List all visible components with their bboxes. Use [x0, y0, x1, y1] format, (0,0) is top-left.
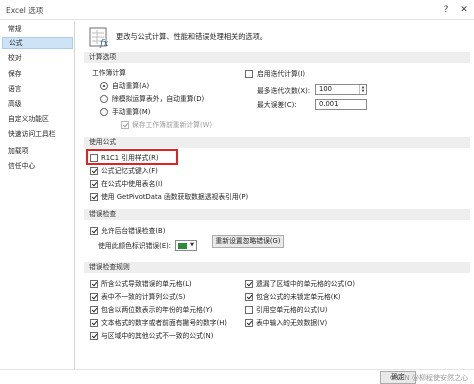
- max-iterations-label: 最多迭代次数(X):: [257, 87, 311, 95]
- checkbox-rule-omitted-cells[interactable]: [245, 280, 253, 288]
- sidebar: 常规 公式 校对 保存 语言 高级 自定义功能区 快速访问工具栏 加载项 信任中…: [0, 21, 75, 369]
- checkbox-background-error-check[interactable]: [90, 227, 98, 235]
- max-change-label: 最大误差(C):: [257, 101, 297, 109]
- table-names-label: 在公式中使用表名(I): [101, 180, 163, 188]
- dialog-footer: 确定 CSDN @柳程使安然之心: [0, 369, 474, 384]
- rule-two-digit-year-label: 包含以两位数表示的年份的单元格(Y): [101, 306, 213, 314]
- sidebar-item-proofing[interactable]: 校对: [2, 52, 73, 64]
- checkbox-table-names[interactable]: [90, 180, 98, 188]
- rule-inconsistent-formula-label: 与区域中的其他公式不一致的公式(N): [101, 332, 214, 340]
- checkbox-iterative[interactable]: [245, 70, 253, 78]
- paint-bucket-icon: [178, 243, 187, 249]
- rule-inconsistent-column-label: 表中不一致的计算列公式(S): [101, 293, 186, 301]
- sidebar-item-language[interactable]: 语言: [2, 83, 73, 95]
- rule-unlocked-cells-label: 包含公式的未锁定单元格(K): [256, 293, 341, 301]
- sidebar-item-quick-access[interactable]: 快速访问工具栏: [2, 128, 73, 140]
- rule-omitted-cells-label: 遗漏了区域中的单元格的公式(O): [256, 280, 356, 288]
- workbook-calc-label: 工作簿计算: [92, 69, 126, 77]
- radio-auto-label: 自动重算(A): [112, 82, 150, 90]
- iterative-label: 启用迭代计算(I): [257, 70, 306, 78]
- sidebar-item-general[interactable]: 常规: [2, 23, 73, 35]
- chevron-down-icon: ▼: [190, 242, 194, 248]
- section-error-rules: 错误检查规则: [84, 262, 470, 273]
- radio-auto-except-tables[interactable]: [100, 95, 108, 103]
- watermark: CSDN @柳程使安然之心: [389, 374, 468, 382]
- title-bar: Excel 选项 ? ✕: [0, 0, 474, 20]
- window-title: Excel 选项: [6, 6, 44, 15]
- checkbox-getpivotdata[interactable]: [90, 193, 98, 201]
- checkbox-rule-error-cells[interactable]: [90, 280, 98, 288]
- checkbox-formula-autocomplete[interactable]: [90, 167, 98, 175]
- checkbox-rule-two-digit-year[interactable]: [90, 306, 98, 314]
- section-calc-options: 计算选项: [84, 52, 470, 63]
- section-working-with-formulas: 使用公式: [84, 137, 470, 148]
- rule-text-numbers-label: 文本格式的数字或者前面有撇号的数字(H): [101, 319, 227, 327]
- r1c1-highlight: [86, 149, 178, 165]
- rule-empty-cells-label: 引用空单元格的公式(U): [256, 306, 328, 314]
- options-panel: fx 更改与公式计算、性能和错误处理相关的选项。 计算选项 工作簿计算 自动重算…: [80, 21, 474, 369]
- close-button[interactable]: ✕: [456, 2, 472, 18]
- sidebar-item-advanced[interactable]: 高级: [2, 98, 73, 110]
- max-change-value: 0.001: [319, 100, 339, 108]
- rule-error-cells-label: 所含公式导致错误的单元格(L): [101, 280, 192, 288]
- background-error-check-label: 允许后台错误检查(B): [101, 227, 166, 235]
- checkbox-rule-unlocked-cells[interactable]: [245, 293, 253, 301]
- error-color-label: 使用此颜色标识错误(E):: [98, 242, 172, 250]
- sidebar-item-customize-ribbon[interactable]: 自定义功能区: [2, 113, 73, 125]
- radio-manual-label: 手动重算(M): [112, 108, 151, 116]
- sidebar-item-trust-center[interactable]: 信任中心: [2, 160, 73, 172]
- checkbox-recalc-before-save[interactable]: [121, 121, 129, 129]
- max-iterations-value: 100: [319, 85, 332, 93]
- section-error-checking: 错误检查: [84, 209, 470, 220]
- radio-manual[interactable]: [100, 108, 108, 116]
- checkbox-rule-inconsistent-column[interactable]: [90, 293, 98, 301]
- sidebar-item-addins[interactable]: 加载项: [2, 145, 73, 157]
- checkbox-rule-invalid-data[interactable]: [245, 319, 253, 327]
- error-color-picker[interactable]: ▼: [175, 240, 197, 251]
- spin-arrows-icon[interactable]: ▲ ▼: [359, 85, 366, 94]
- intro-text: 更改与公式计算、性能和错误处理相关的选项。: [116, 32, 267, 41]
- radio-auto-except-label: 除模拟运算表外，自动重算(D): [112, 95, 205, 103]
- recalc-before-save-label: 保存工作簿前重新计算(W): [132, 121, 212, 129]
- formula-autocomplete-label: 公式记忆式键入(F): [101, 167, 158, 175]
- sidebar-item-formulas[interactable]: 公式: [2, 37, 73, 49]
- checkbox-rule-text-numbers[interactable]: [90, 319, 98, 327]
- formula-sheet-icon: fx: [89, 27, 108, 48]
- rule-invalid-data-label: 表中输入的无效数据(V): [256, 319, 328, 327]
- svg-text:fx: fx: [99, 39, 108, 48]
- checkbox-rule-inconsistent-formula[interactable]: [90, 332, 98, 340]
- reset-ignored-errors-button[interactable]: 重新设置忽略错误(G): [212, 235, 284, 248]
- max-iterations-input[interactable]: 100 ▲ ▼: [315, 84, 367, 95]
- max-change-input[interactable]: 0.001: [315, 99, 367, 110]
- sidebar-item-save[interactable]: 保存: [2, 68, 73, 80]
- help-button[interactable]: ?: [438, 2, 454, 18]
- radio-auto[interactable]: [100, 82, 108, 90]
- getpivotdata-label: 使用 GetPivotData 函数获取数据透视表引用(P): [101, 193, 249, 201]
- checkbox-rule-empty-cells[interactable]: [245, 306, 253, 314]
